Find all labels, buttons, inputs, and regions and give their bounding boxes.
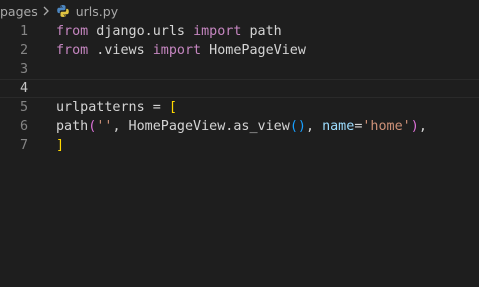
code-text[interactable]: from django.urls import path (56, 22, 282, 41)
code-token: [ (168, 100, 177, 115)
code-text[interactable]: urlpatterns = [ (56, 98, 177, 117)
breadcrumb-folder[interactable]: pages (0, 4, 38, 19)
code-token: path (241, 24, 282, 39)
code-token: () (289, 119, 306, 134)
chevron-right-icon (42, 6, 50, 16)
code-line[interactable]: 1 from django.urls import path (0, 22, 479, 41)
code-text[interactable]: from .views import HomePageView (56, 41, 306, 60)
code-token: , HomePageView.as_view (112, 119, 290, 134)
code-token: name (322, 119, 355, 134)
line-number: 6 (19, 119, 28, 134)
code-editor[interactable]: 1 from django.urls import path 2 from .view… (0, 22, 479, 287)
code-token: import (193, 24, 242, 39)
code-token: django.urls (88, 24, 194, 39)
code-token: urlpatterns = (56, 100, 169, 115)
line-number: 3 (19, 62, 28, 77)
code-text[interactable]: path('', HomePageView.as_view(), name='h… (56, 117, 427, 136)
code-token: 'home' (362, 119, 411, 134)
breadcrumb: pages urls.py (0, 0, 479, 22)
code-token: HomePageView (201, 43, 306, 58)
breadcrumb-file[interactable]: urls.py (76, 4, 118, 19)
line-number: 2 (19, 43, 28, 58)
line-number: 4 (19, 81, 28, 96)
code-line[interactable]: 3 (0, 60, 479, 79)
code-token: , (305, 119, 323, 134)
code-token: path (56, 119, 89, 134)
code-token: ] (56, 138, 65, 153)
code-line[interactable]: 6 path('', HomePageView.as_view(), name='… (0, 117, 479, 136)
code-token: , (418, 119, 427, 134)
line-number: 7 (19, 138, 28, 153)
code-token: ) (410, 119, 419, 134)
code-token: .views (88, 43, 153, 58)
code-token: from (56, 24, 89, 39)
code-token: from (56, 43, 89, 58)
line-number: 1 (19, 24, 28, 39)
code-line[interactable]: 7] (0, 136, 479, 155)
code-line[interactable]: 2 from .views import HomePageView (0, 41, 479, 60)
code-text[interactable]: ] (56, 136, 64, 155)
code-line[interactable]: 4 (0, 79, 479, 98)
code-token: import (152, 43, 202, 58)
line-number: 5 (19, 100, 28, 115)
code-token: '' (96, 119, 113, 134)
code-line[interactable]: 5 urlpatterns = [ (0, 98, 479, 117)
python-icon (56, 4, 70, 18)
